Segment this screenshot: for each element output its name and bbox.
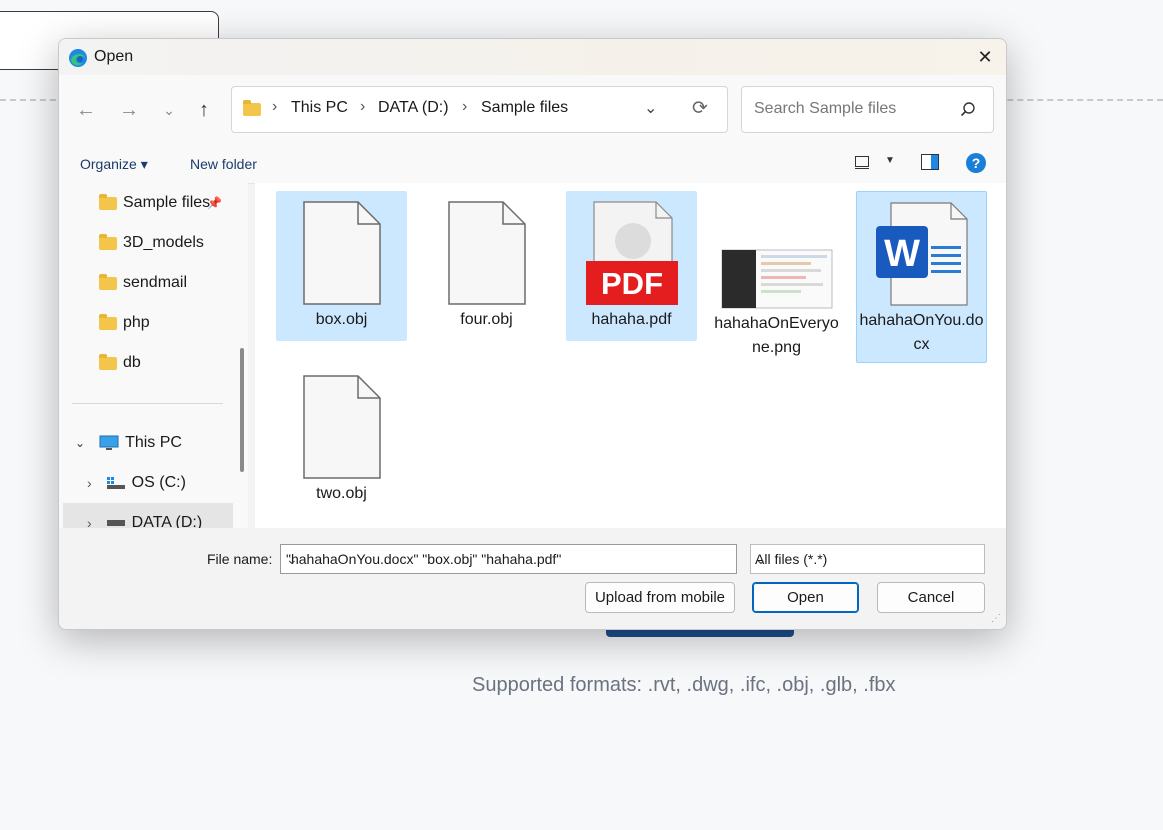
file-item[interactable]: W hahahaOnYou.docx xyxy=(856,191,987,363)
help-icon[interactable]: ? xyxy=(966,153,986,173)
sidebar-item-sample-files[interactable]: Sample files 📌 xyxy=(99,191,222,215)
file-name: box.obj xyxy=(315,311,368,328)
svg-text:W: W xyxy=(884,233,920,275)
sidebar-item-this-pc[interactable]: ⌄ This PC xyxy=(75,431,182,455)
file-type-select[interactable]: All files (*.*) ⌄ xyxy=(750,544,985,574)
svg-text:PDF: PDF xyxy=(601,266,663,301)
file-name: two.obj xyxy=(316,485,367,502)
organize-menu[interactable]: Organize ▾ xyxy=(80,156,148,173)
breadcrumb-data-drive[interactable]: DATA (D:) xyxy=(378,99,449,117)
arrow-left-icon: ← xyxy=(76,98,96,121)
cancel-button[interactable]: Cancel xyxy=(877,582,985,613)
sidebar-divider xyxy=(72,403,223,404)
chevron-down-icon: ⌄ xyxy=(163,101,175,118)
blank-file-icon xyxy=(447,201,526,305)
new-folder-button[interactable]: New folder xyxy=(190,156,257,172)
folder-icon xyxy=(243,100,261,116)
folder-icon xyxy=(99,233,117,250)
file-name: four.obj xyxy=(460,311,513,328)
preview-pane-icon[interactable] xyxy=(921,154,939,170)
file-name: hahahaOnYou.docx xyxy=(859,312,984,353)
chevron-down-icon: ⌄ xyxy=(75,436,86,450)
chevron-right-icon: › xyxy=(87,475,92,491)
file-name-combobox[interactable]: "hahahaOnYou.docx" "box.obj" "hahaha.pdf… xyxy=(280,544,737,574)
pin-icon: 📌 xyxy=(207,196,222,210)
file-list: box.obj four.obj PDF hahaha.pdf hahahaOn… xyxy=(255,183,1006,528)
address-bar[interactable]: › This PC › DATA (D:) › Sample files ⌄ ⟳ xyxy=(231,86,728,133)
sidebar-scrollbar[interactable] xyxy=(240,348,244,472)
pdf-file-icon: PDF xyxy=(585,201,678,305)
navigation-pane: Sample files 📌 3D_models sendmail php db… xyxy=(59,183,248,528)
folder-icon xyxy=(99,313,117,330)
edge-browser-icon xyxy=(69,49,87,67)
sidebar-item-os-c[interactable]: › OS (C:) xyxy=(87,471,186,495)
file-item[interactable]: box.obj xyxy=(276,191,407,341)
file-name-label: File name: xyxy=(207,551,273,567)
upload-from-mobile-button[interactable]: Upload from mobile xyxy=(585,582,735,613)
sidebar-item-sendmail[interactable]: sendmail xyxy=(99,271,187,295)
computer-icon xyxy=(99,435,119,450)
sidebar-item-3d-models[interactable]: 3D_models xyxy=(99,231,204,255)
breadcrumb-this-pc[interactable]: This PC xyxy=(291,99,348,117)
close-button[interactable]: ✕ xyxy=(964,39,1006,75)
sidebar-item-data-d[interactable]: › DATA (D:) xyxy=(87,511,202,528)
sidebar-item-php[interactable]: php xyxy=(99,311,150,335)
arrow-up-icon: ↑ xyxy=(199,98,209,121)
file-item[interactable]: PDF hahaha.pdf xyxy=(566,191,697,341)
search-box[interactable] xyxy=(741,86,994,133)
folder-icon xyxy=(99,273,117,290)
chevron-down-icon: ⌄ xyxy=(755,551,767,567)
address-dropdown-icon[interactable]: ⌄ xyxy=(644,98,657,118)
folder-icon xyxy=(99,353,117,370)
search-input[interactable] xyxy=(752,99,956,119)
drive-icon xyxy=(106,520,125,526)
recent-locations-button[interactable]: ⌄ xyxy=(156,97,182,123)
blank-file-icon xyxy=(302,201,381,305)
breadcrumb-sample-files[interactable]: Sample files xyxy=(481,99,568,117)
chevron-right-icon: › xyxy=(360,98,366,115)
chevron-down-icon[interactable]: ⌄ xyxy=(286,551,730,568)
supported-formats-text: Supported formats: .rvt, .dwg, .ifc, .ob… xyxy=(472,674,896,696)
folder-icon xyxy=(99,193,117,210)
blank-file-icon xyxy=(302,375,381,479)
close-icon: ✕ xyxy=(977,46,993,67)
resize-grip-icon[interactable]: ⋰ xyxy=(991,613,1001,624)
file-item[interactable]: hahahaOnEveryone.png xyxy=(711,191,842,365)
windows-drive-icon xyxy=(106,477,125,489)
view-dropdown-icon[interactable]: ▼ xyxy=(885,155,895,166)
dialog-title: Open xyxy=(94,48,134,65)
view-options-icon[interactable] xyxy=(855,156,869,169)
file-name: hahaha.pdf xyxy=(591,311,672,328)
refresh-icon[interactable]: ⟳ xyxy=(692,97,708,120)
open-button[interactable]: Open xyxy=(752,582,859,613)
back-button[interactable]: ← xyxy=(73,97,99,123)
file-name: hahahaOnEveryone.png xyxy=(714,315,839,356)
search-icon xyxy=(960,102,975,117)
chevron-right-icon: › xyxy=(272,98,278,115)
arrow-right-icon: → xyxy=(119,98,139,121)
image-thumbnail xyxy=(721,249,832,309)
svg-text:?: ? xyxy=(972,155,981,171)
sidebar-item-db[interactable]: db xyxy=(99,351,141,375)
open-file-dialog: Open ✕ ← → ⌄ ↑ › This PC › DATA (D:) › S… xyxy=(58,38,1007,630)
chevron-right-icon: › xyxy=(87,515,92,528)
title-bar: Open ✕ xyxy=(59,39,1006,75)
word-file-icon: W xyxy=(875,202,968,306)
forward-button[interactable]: → xyxy=(116,97,142,123)
file-item[interactable]: two.obj xyxy=(276,365,407,515)
file-item[interactable]: four.obj xyxy=(421,191,552,341)
chevron-right-icon: › xyxy=(462,98,468,115)
up-button[interactable]: ↑ xyxy=(191,97,217,123)
